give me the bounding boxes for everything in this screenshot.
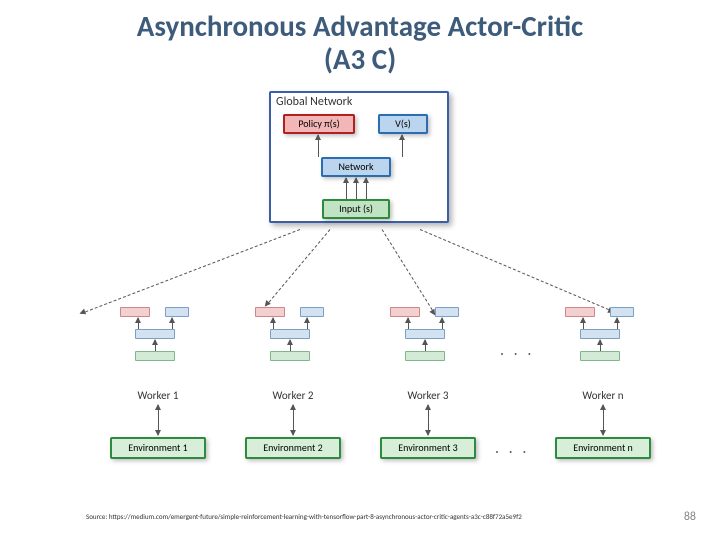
worker-1-label: Worker 1 [110, 389, 206, 402]
network-box: Network [321, 157, 391, 177]
title-line-2: (A3 C) [324, 41, 396, 77]
connector-global-workern [420, 229, 614, 312]
slide-title: Asynchronous Advantage Actor-Critic (A3 … [0, 0, 720, 79]
arrow-input-to-network-2 [356, 178, 357, 199]
environment-1-box: Environment 1 [110, 437, 206, 459]
a3c-diagram: Global Network Policy π(s) V(s) Network … [0, 79, 720, 499]
arrow-worker3-env3 [428, 405, 429, 435]
environments-ellipsis: . . . [495, 439, 529, 458]
title-line-1: Asynchronous Advantage Actor-Critic [137, 8, 583, 44]
workers-ellipsis: . . . [500, 341, 534, 360]
worker-2-stack: Worker 2 [245, 307, 341, 382]
value-box: V(s) [378, 114, 428, 134]
connector-global-worker2 [265, 229, 330, 306]
environment-n-box: Environment n [555, 437, 651, 459]
arrow-input-to-network-3 [366, 178, 367, 199]
worker-n-stack: Worker n [555, 307, 651, 382]
environment-2-box: Environment 2 [245, 437, 341, 459]
source-citation: Source: https://medium.com/emergent-futu… [86, 512, 646, 521]
arrow-worker1-env1 [158, 405, 159, 435]
page-number: 88 [684, 510, 696, 524]
worker-1-stack: Worker 1 [110, 307, 206, 382]
input-box: Input (s) [322, 199, 390, 219]
arrow-workern-envn [603, 405, 604, 435]
worker-3-label: Worker 3 [380, 389, 476, 402]
arrow-worker2-env2 [293, 405, 294, 435]
worker-3-stack: Worker 3 [380, 307, 476, 382]
worker-n-label: Worker n [555, 389, 651, 402]
arrow-network-to-policy [318, 135, 319, 157]
global-network-label: Global Network [276, 95, 352, 109]
arrow-input-to-network-1 [346, 178, 347, 199]
worker-2-label: Worker 2 [245, 389, 341, 402]
arrow-network-to-value [402, 135, 403, 157]
environment-3-box: Environment 3 [380, 437, 476, 459]
policy-box: Policy π(s) [283, 114, 355, 134]
connector-global-worker3 [382, 229, 436, 314]
